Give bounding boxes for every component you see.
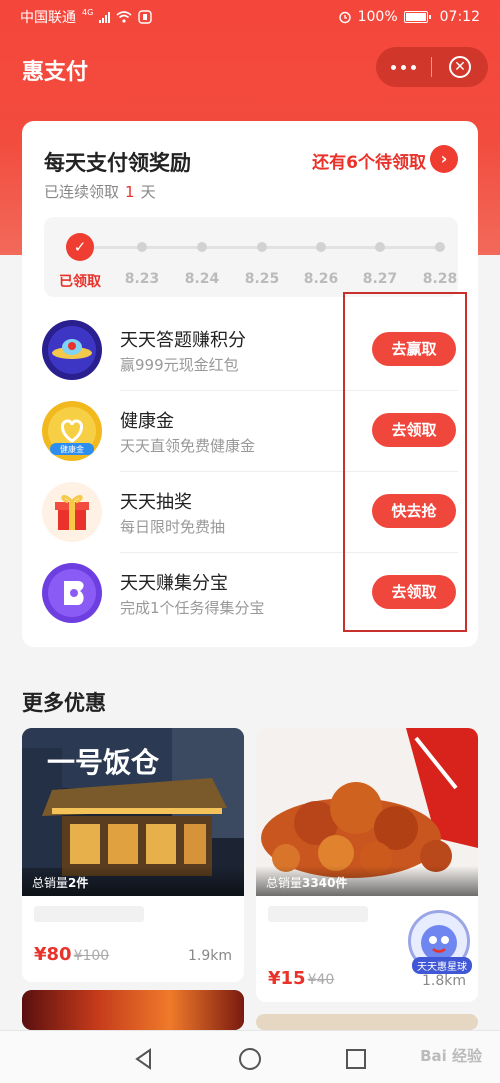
- check-icon: ✓: [66, 233, 94, 261]
- timeline-dot: [435, 242, 445, 252]
- mascot-badge: 天天惠星球: [412, 957, 472, 974]
- gift-box-icon: [42, 482, 102, 542]
- wifi-icon: [116, 11, 132, 23]
- more-deals-title: 更多优惠: [22, 691, 106, 715]
- timeline-date-label: 已领取: [59, 274, 101, 290]
- timeline-date-label: 8.23: [124, 271, 160, 287]
- timeline-date-label: 8.28: [422, 271, 458, 287]
- task-name: 天天抽奖: [120, 492, 192, 513]
- back-triangle-icon[interactable]: [130, 1045, 158, 1073]
- streak-suffix: 天: [140, 183, 156, 201]
- timeline-date-label: 8.25: [244, 271, 280, 287]
- deal-card-fried-chicken[interactable]: 总销量3340件 天天惠星球 ¥15 ¥40 1.8km: [256, 728, 478, 1002]
- annotation-highlight-box: [343, 292, 467, 632]
- deal-card-restaurant[interactable]: 一号饭仓 总销量2件 ¥80 ¥100 1.9km: [22, 728, 244, 982]
- carrier-label: 中国联通: [20, 10, 76, 26]
- system-nav-bar: Bai 经验: [0, 1030, 500, 1083]
- close-circle-icon[interactable]: ✕: [432, 47, 488, 87]
- points-treasure-icon: [42, 563, 102, 623]
- task-name: 健康金: [120, 411, 174, 432]
- sales-count: 2件: [68, 876, 89, 890]
- price-current: ¥80: [34, 944, 72, 965]
- timeline-step: 8.23: [112, 217, 172, 297]
- reward-timeline: ✓ 已领取 8.23 8.24 8.25 8.26 8.27 8.28: [44, 217, 458, 297]
- sales-prefix: 总销量: [32, 876, 69, 890]
- price-original: ¥100: [73, 948, 110, 964]
- deal-card-partial[interactable]: [22, 990, 244, 1030]
- battery-percent: 100%: [357, 9, 398, 25]
- battery-icon: [403, 11, 431, 23]
- timeline-dot: [316, 242, 326, 252]
- timeline-step: 8.27: [350, 217, 410, 297]
- sales-count: 3340件: [302, 876, 348, 890]
- notification-icon: [138, 10, 152, 24]
- home-circle-icon[interactable]: [236, 1045, 264, 1073]
- task-name: 天天赚集分宝: [120, 573, 228, 594]
- timeline-step: 8.25: [232, 217, 292, 297]
- recents-square-icon[interactable]: [342, 1045, 370, 1073]
- clock: 07:12: [439, 9, 480, 25]
- price-current: ¥15: [268, 968, 306, 989]
- timeline-dot: [257, 242, 267, 252]
- ufo-quiz-icon: [42, 320, 102, 380]
- more-dots-icon[interactable]: [376, 47, 431, 87]
- timeline-dot: [137, 242, 147, 252]
- deal-price: ¥15 ¥40: [268, 968, 334, 989]
- deal-distance: 1.9km: [187, 948, 232, 964]
- timeline-dot: [197, 242, 207, 252]
- timeline-step: 8.24: [172, 217, 232, 297]
- deal-distance: 1.8km: [421, 973, 466, 989]
- restaurant-sign-text: 一号饭仓: [47, 746, 160, 779]
- timeline-step: ✓ 已领取: [50, 217, 110, 297]
- streak-text: 已连续领取 1 天: [44, 181, 156, 202]
- chevron-right-icon[interactable]: ›: [430, 145, 458, 173]
- health-gold-coin-icon: 健康金: [42, 401, 102, 461]
- reward-card-title: 每天支付领奖励: [44, 151, 191, 175]
- streak-prefix: 已连续领取: [44, 183, 120, 201]
- deal-sales: 总销量3340件: [256, 866, 478, 896]
- signal-icon: [99, 11, 111, 23]
- alarm-icon: [338, 11, 351, 24]
- streak-days: 1: [125, 183, 135, 201]
- health-gold-label: 健康金: [60, 444, 84, 454]
- task-description: 完成1个任务得集分宝: [120, 599, 265, 617]
- mini-program-capsule: ✕: [376, 47, 488, 87]
- deal-name-blurred: [34, 906, 144, 922]
- timeline-date-label: 8.27: [362, 271, 398, 287]
- task-name: 天天答题赚积分: [120, 330, 246, 351]
- flame-photo: [22, 990, 244, 1030]
- task-description: 每日限时免费抽: [120, 518, 226, 536]
- timeline-step: 8.28: [410, 217, 470, 297]
- deal-sales: 总销量2件: [22, 866, 244, 896]
- timeline-date-label: 8.26: [303, 271, 339, 287]
- pending-rewards-link[interactable]: 还有6个待领取: [312, 148, 426, 173]
- watermark: Bai 经验: [420, 1047, 482, 1065]
- deal-price: ¥80 ¥100: [34, 944, 109, 965]
- timeline-dot: [375, 242, 385, 252]
- price-original: ¥40: [307, 972, 335, 988]
- sales-prefix: 总销量: [266, 876, 303, 890]
- task-description: 天天直领免费健康金: [120, 437, 256, 455]
- timeline-date-label: 8.24: [184, 271, 220, 287]
- timeline-step: 8.26: [291, 217, 351, 297]
- title-bar: 惠支付 ✕: [0, 34, 500, 100]
- deal-name-blurred: [268, 906, 368, 922]
- deal-card-partial[interactable]: [256, 1014, 478, 1030]
- network-type: 4G: [82, 7, 94, 17]
- page-title: 惠支付: [22, 60, 89, 85]
- task-description: 赢999元现金红包: [120, 356, 239, 374]
- status-bar: 中国联通 4G 100% 07:12: [0, 0, 500, 34]
